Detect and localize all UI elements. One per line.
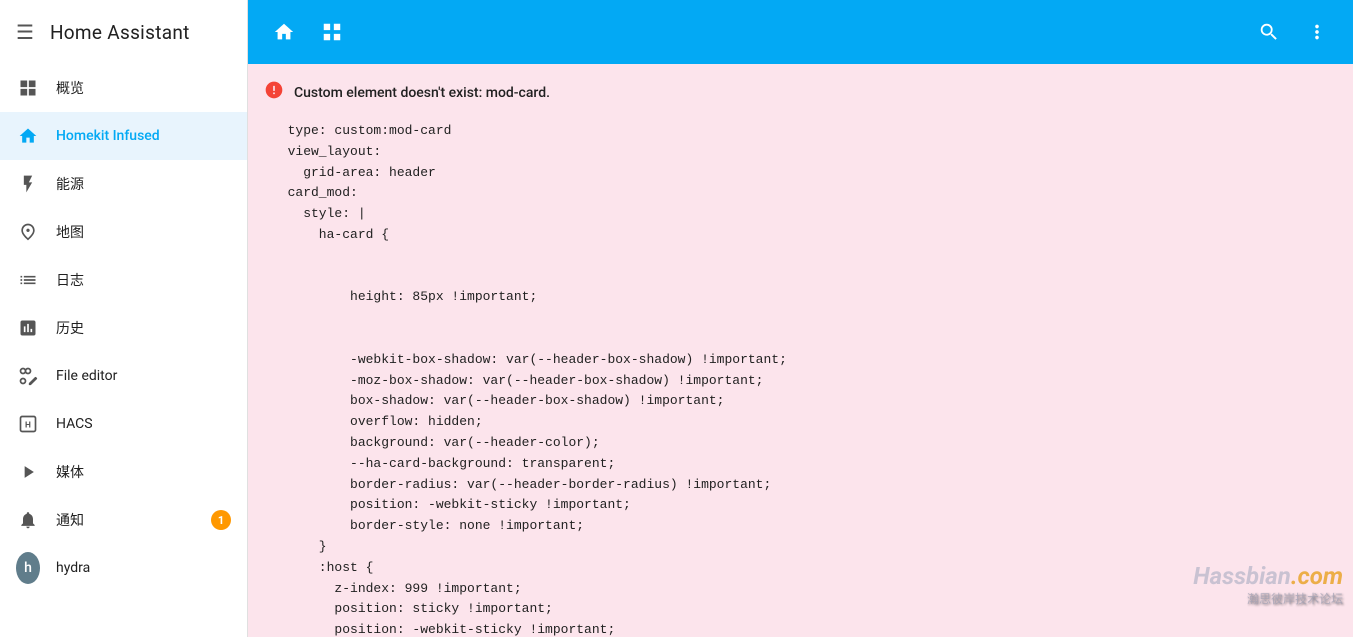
sidebar-item-label-homekit: Homekit Infused: [56, 128, 231, 144]
sidebar-item-label-hydra: hydra: [56, 560, 231, 576]
sidebar-item-media[interactable]: 媒体: [0, 448, 247, 496]
main-content: Custom element doesn't exist: mod-card. …: [248, 0, 1353, 637]
error-icon: [264, 80, 284, 105]
more-menu-icon[interactable]: [1297, 12, 1337, 52]
hacs-icon: H: [16, 412, 40, 436]
sidebar-item-history[interactable]: 历史: [0, 304, 247, 352]
sidebar-item-energy[interactable]: 能源: [0, 160, 247, 208]
sidebar-item-label-notify: 通知: [56, 510, 195, 530]
sidebar-item-log[interactable]: 日志: [0, 256, 247, 304]
error-message: Custom element doesn't exist: mod-card.: [294, 85, 550, 101]
sidebar-item-hacs[interactable]: H HACS: [0, 400, 247, 448]
topbar: [248, 0, 1353, 64]
sidebar-item-label-map: 地图: [56, 222, 231, 242]
sidebar-item-label-hacs: HACS: [56, 416, 231, 432]
sidebar-header: ☰ Home Assistant: [0, 0, 247, 64]
hydra-icon: h: [16, 556, 40, 580]
avatar: h: [16, 552, 40, 584]
sidebar-item-homekit[interactable]: Homekit Infused: [0, 112, 247, 160]
log-icon: [16, 268, 40, 292]
file-editor-icon: [16, 364, 40, 388]
sidebar-item-file-editor[interactable]: File editor: [0, 352, 247, 400]
energy-icon: [16, 172, 40, 196]
media-icon: [16, 460, 40, 484]
sidebar-item-label-energy: 能源: [56, 174, 231, 194]
grid-icon[interactable]: [312, 12, 352, 52]
sidebar-item-hydra[interactable]: hhydra: [0, 544, 247, 592]
sidebar-nav: 概览 Homekit Infused 能源地图日志历史 File editor H HAC…: [0, 64, 247, 592]
sidebar: ☰ Home Assistant 概览 Homekit Infused 能源地图日志…: [0, 0, 248, 637]
sidebar-item-overview[interactable]: 概览: [0, 64, 247, 112]
app-title: Home Assistant: [50, 21, 190, 44]
svg-text:H: H: [25, 420, 31, 430]
sidebar-item-label-history: 历史: [56, 318, 231, 338]
overview-icon: [16, 76, 40, 100]
history-icon: [16, 316, 40, 340]
error-code: type: custom:mod-card view_layout: grid-…: [264, 121, 1337, 637]
menu-icon[interactable]: ☰: [16, 20, 34, 44]
notification-badge: 1: [211, 510, 231, 530]
content-area: Custom element doesn't exist: mod-card. …: [248, 64, 1353, 637]
error-header: Custom element doesn't exist: mod-card.: [264, 80, 1337, 105]
sidebar-item-label-log: 日志: [56, 270, 231, 290]
home-icon[interactable]: [264, 12, 304, 52]
sidebar-item-notify[interactable]: 通知 1: [0, 496, 247, 544]
sidebar-item-label-file-editor: File editor: [56, 368, 231, 384]
homekit-icon: [16, 124, 40, 148]
sidebar-item-label-media: 媒体: [56, 462, 231, 482]
sidebar-item-map[interactable]: 地图: [0, 208, 247, 256]
map-icon: [16, 220, 40, 244]
sidebar-item-label-overview: 概览: [56, 78, 231, 98]
notify-icon: [16, 508, 40, 532]
search-icon[interactable]: [1249, 12, 1289, 52]
